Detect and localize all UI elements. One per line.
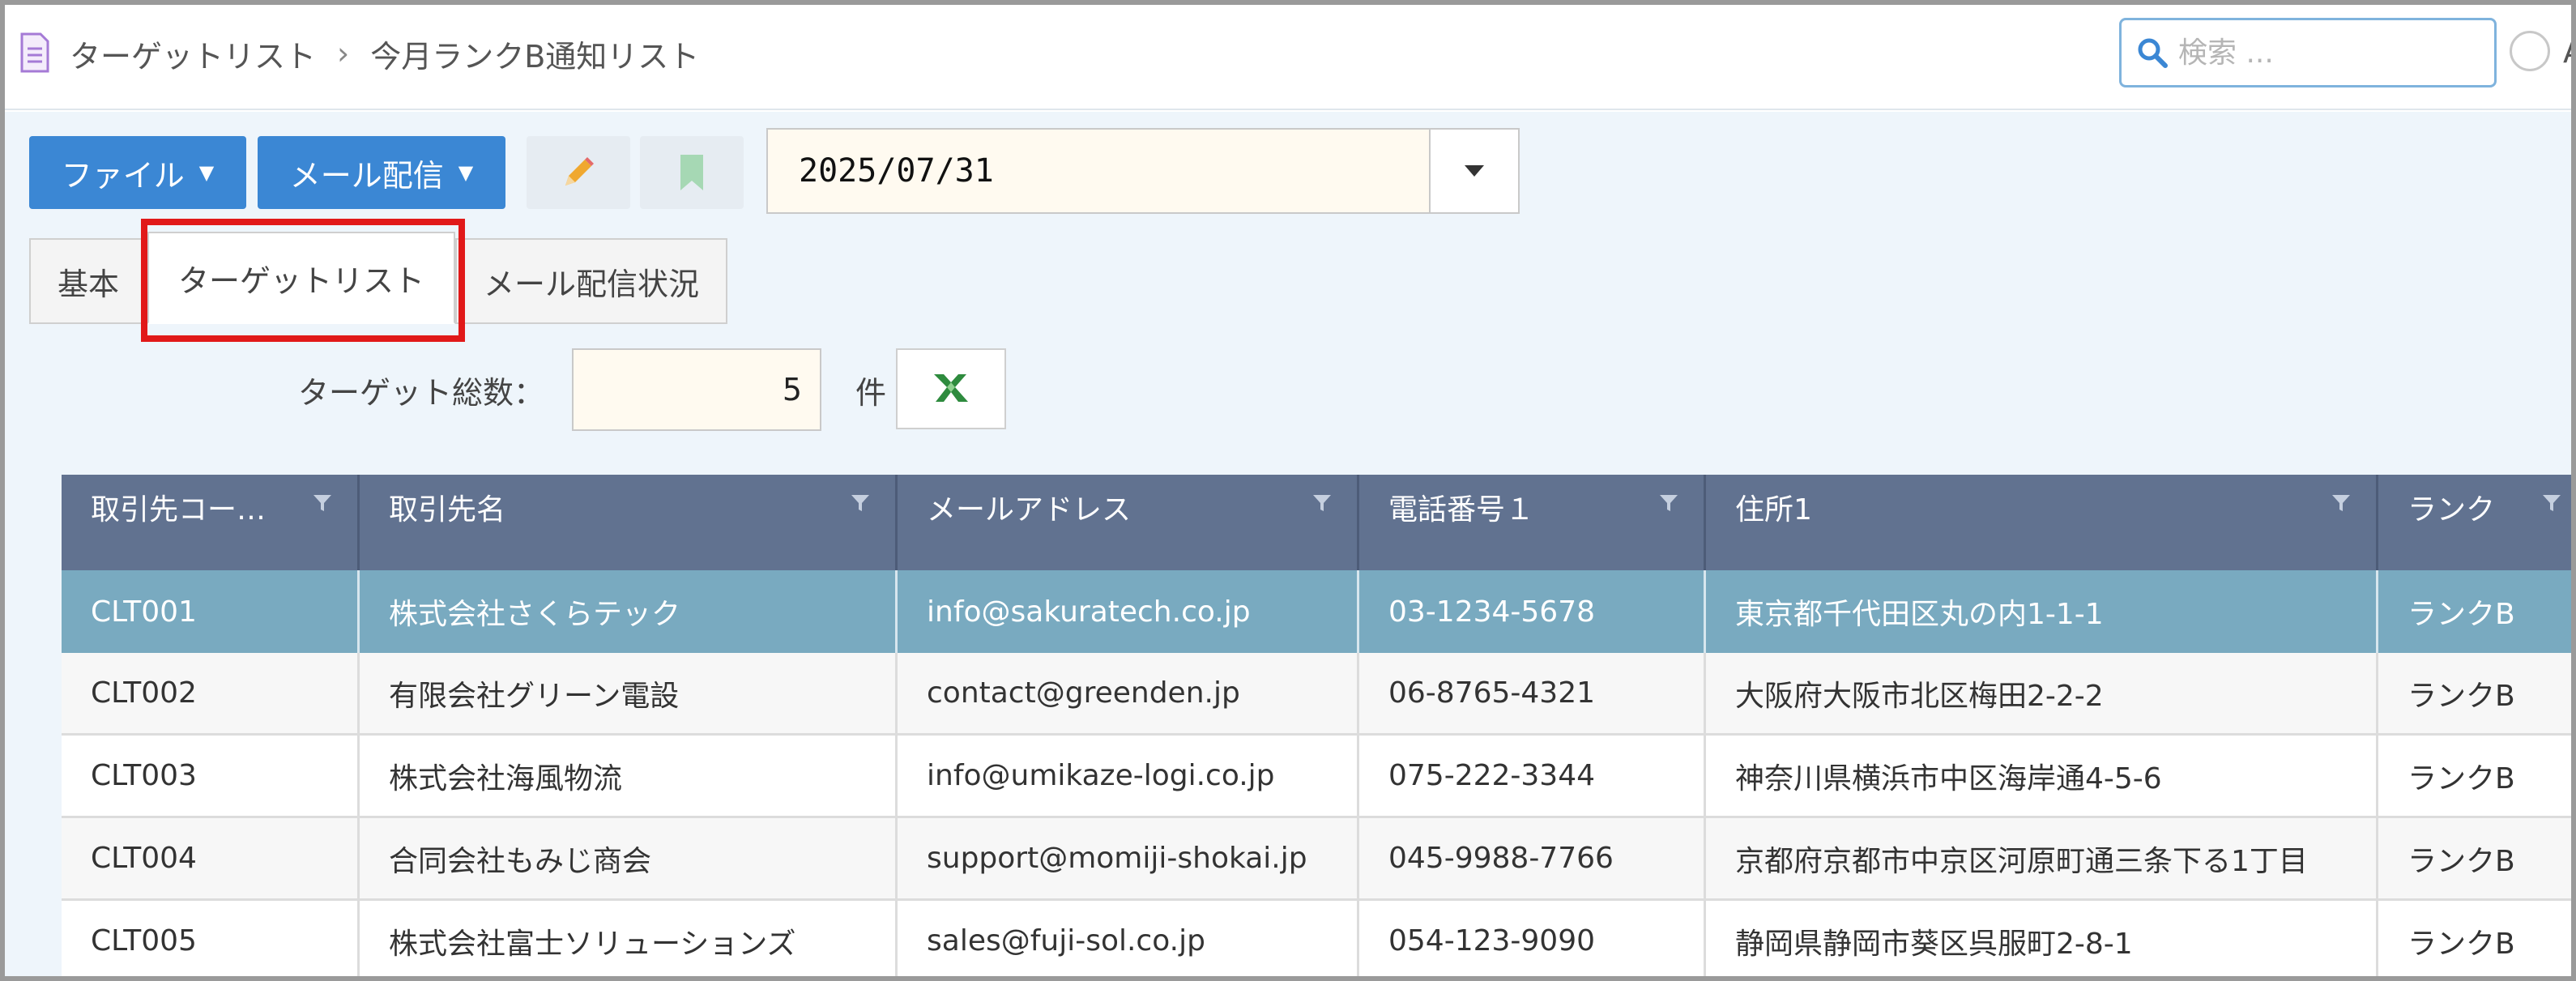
- column-header-label: 取引先コー…: [91, 493, 267, 527]
- table-row[interactable]: CLT003 株式会社海風物流 info@umikaze-logi.co.jp …: [62, 736, 2571, 818]
- excel-export-button[interactable]: [896, 348, 1006, 429]
- bookmark-button[interactable]: [640, 136, 744, 209]
- column-header-email[interactable]: メールアドレス: [898, 475, 1359, 570]
- date-dropdown-button[interactable]: [1429, 130, 1518, 212]
- document-icon: [20, 32, 49, 73]
- radio-label: A: [2563, 34, 2571, 70]
- cell-rank: ランクB: [2378, 901, 2571, 976]
- column-header-address[interactable]: 住所1: [1706, 475, 2378, 570]
- cell-address: 静岡県静岡市葵区呉服町2-8-1: [1706, 901, 2378, 976]
- cell-client-code: CLT005: [62, 901, 360, 976]
- cell-client-code: CLT001: [62, 570, 360, 653]
- search-box[interactable]: [2119, 18, 2497, 87]
- search-icon: [2138, 38, 2168, 68]
- target-count-value: 5: [782, 372, 802, 407]
- cell-client-code: CLT004: [62, 818, 360, 898]
- column-header-label: 取引先名: [389, 493, 506, 527]
- cell-phone: 054-123-9090: [1359, 901, 1706, 976]
- column-header-client-code[interactable]: 取引先コー…: [62, 475, 360, 570]
- caret-down-icon: ▼: [198, 161, 215, 184]
- table-row[interactable]: CLT005 株式会社富士ソリューションズ sales@fuji-sol.co.…: [62, 901, 2571, 976]
- header-bar: ターゲットリスト › 今月ランクB通知リスト A: [5, 5, 2571, 110]
- radio-button[interactable]: [2510, 31, 2550, 71]
- breadcrumb-item-target-list[interactable]: ターゲットリスト: [70, 32, 316, 76]
- column-header-label: 電話番号１: [1388, 493, 1535, 527]
- cell-address: 京都府京都市中京区河原町通三条下る1丁目: [1706, 818, 2378, 898]
- target-count-unit: 件: [855, 375, 887, 411]
- cell-client-code: CLT003: [62, 736, 360, 816]
- app-window: ターゲットリスト › 今月ランクB通知リスト A ファイル ▼ メール配信 ▼: [0, 0, 2576, 981]
- cell-email: info@sakuratech.co.jp: [898, 570, 1359, 653]
- mail-delivery-menu-button[interactable]: メール配信 ▼: [258, 136, 505, 209]
- chevron-right-icon: ›: [337, 36, 350, 71]
- date-select[interactable]: 2025/07/31: [766, 128, 1520, 214]
- main-content: ファイル ▼ メール配信 ▼ 2025/07/31 基本 ターゲットリスト メー…: [5, 112, 2571, 976]
- cell-address: 神奈川県横浜市中区海岸通4-5-6: [1706, 736, 2378, 816]
- column-header-phone[interactable]: 電話番号１: [1359, 475, 1706, 570]
- bookmark-icon: [680, 155, 703, 190]
- cell-client-name: 合同会社もみじ商会: [360, 818, 898, 898]
- target-count-label: ターゲット総数：: [298, 375, 545, 411]
- column-header-rank[interactable]: ランク: [2378, 475, 2571, 570]
- tab-basic-label: 基本: [57, 266, 119, 302]
- cell-phone: 03-1234-5678: [1359, 570, 1706, 653]
- filter-icon[interactable]: [2541, 493, 2562, 514]
- cell-phone: 06-8765-4321: [1359, 653, 1706, 733]
- cell-email: support@momiji-shokai.jp: [898, 818, 1359, 898]
- search-input[interactable]: [2178, 36, 2478, 70]
- edit-button[interactable]: [527, 136, 630, 209]
- table-row[interactable]: CLT001 株式会社さくらテック info@sakuratech.co.jp …: [62, 570, 2571, 653]
- cell-client-name: 有限会社グリーン電設: [360, 653, 898, 733]
- cell-client-name: 株式会社富士ソリューションズ: [360, 901, 898, 976]
- filter-icon[interactable]: [1311, 493, 1333, 514]
- table-row[interactable]: CLT002 有限会社グリーン電設 contact@greenden.jp 06…: [62, 653, 2571, 736]
- cell-rank: ランクB: [2378, 653, 2571, 733]
- target-count-field: 5: [572, 348, 821, 431]
- tab-basic[interactable]: 基本: [29, 238, 147, 324]
- tab-mail-status[interactable]: メール配信状況: [455, 238, 727, 324]
- cell-client-name: 株式会社さくらテック: [360, 570, 898, 653]
- cell-phone: 045-9988-7766: [1359, 818, 1706, 898]
- file-menu-label: ファイル: [61, 157, 185, 194]
- cell-email: contact@greenden.jp: [898, 653, 1359, 733]
- pencil-icon: [565, 157, 594, 186]
- filter-icon[interactable]: [850, 493, 871, 514]
- breadcrumb-item-current: 今月ランクB通知リスト: [370, 38, 700, 75]
- caret-down-icon: ▼: [458, 161, 474, 184]
- cell-client-name: 株式会社海風物流: [360, 736, 898, 816]
- highlight-annotation: [141, 219, 465, 342]
- cell-email: sales@fuji-sol.co.jp: [898, 901, 1359, 976]
- cell-address: 大阪府大阪市北区梅田2-2-2: [1706, 653, 2378, 733]
- cell-phone: 075-222-3344: [1359, 736, 1706, 816]
- cell-address: 東京都千代田区丸の内1-1-1: [1706, 570, 2378, 653]
- filter-icon[interactable]: [1658, 493, 1679, 514]
- cell-rank: ランクB: [2378, 736, 2571, 816]
- cell-rank: ランクB: [2378, 570, 2571, 653]
- filter-icon[interactable]: [2331, 493, 2352, 514]
- excel-icon: [934, 374, 968, 402]
- filter-icon[interactable]: [312, 493, 333, 514]
- table-header-row: 取引先コー… 取引先名 メールアドレス 電話番号１ 住所1 ランク: [62, 475, 2571, 570]
- tab-mail-status-label: メール配信状況: [483, 266, 699, 302]
- target-table: 取引先コー… 取引先名 メールアドレス 電話番号１ 住所1 ランク CLT001…: [62, 475, 2571, 976]
- cell-client-code: CLT002: [62, 653, 360, 733]
- cell-email: info@umikaze-logi.co.jp: [898, 736, 1359, 816]
- column-header-client-name[interactable]: 取引先名: [360, 475, 898, 570]
- mail-delivery-menu-label: メール配信: [289, 157, 444, 194]
- file-menu-button[interactable]: ファイル ▼: [29, 136, 246, 209]
- column-header-label: メールアドレス: [927, 493, 1132, 527]
- date-value: 2025/07/31: [799, 152, 994, 190]
- column-header-label: ランク: [2408, 493, 2496, 527]
- cell-rank: ランクB: [2378, 818, 2571, 898]
- column-header-label: 住所1: [1735, 493, 1812, 527]
- table-row[interactable]: CLT004 合同会社もみじ商会 support@momiji-shokai.j…: [62, 818, 2571, 901]
- caret-down-icon: [1465, 165, 1484, 177]
- breadcrumb: ターゲットリスト › 今月ランクB通知リスト: [70, 29, 699, 78]
